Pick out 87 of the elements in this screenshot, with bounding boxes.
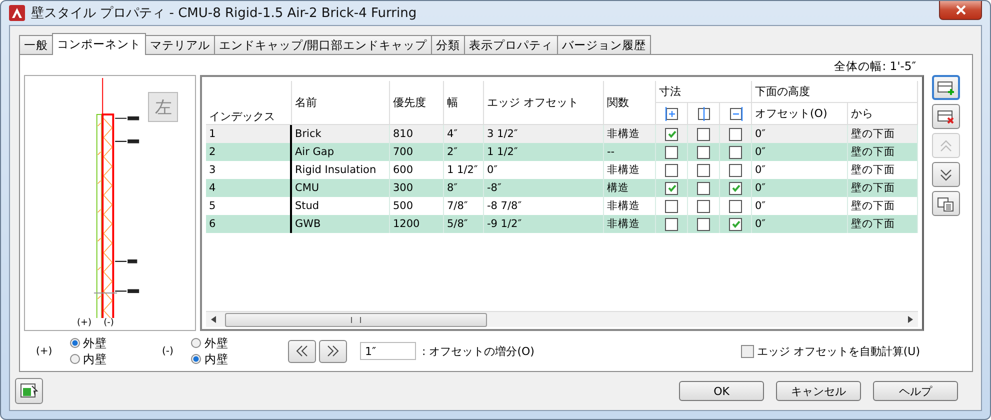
list-view-button[interactable]	[932, 191, 960, 216]
table-row[interactable]: 4 CMU 300 8″ -8″ 構造 0″ 壁の下面	[206, 179, 918, 197]
checkbox[interactable]	[697, 182, 710, 194]
column-header: 幅	[444, 81, 484, 125]
minus-side-label: (-)	[104, 318, 114, 328]
column-header: から	[848, 103, 918, 125]
checkbox[interactable]	[729, 182, 742, 194]
table-cell: 非構造	[604, 215, 656, 233]
table-cell: 6	[206, 215, 292, 233]
column-group-header: 寸法	[656, 81, 752, 103]
checkbox[interactable]	[665, 200, 678, 212]
delete-row-button[interactable]	[932, 104, 960, 129]
checkbox[interactable]	[697, 146, 710, 158]
checkbox[interactable]	[665, 128, 678, 140]
checkbox[interactable]	[665, 182, 678, 194]
radio-option[interactable]: 内壁	[70, 352, 108, 367]
checkbox[interactable]	[729, 200, 742, 212]
increment-field[interactable]: 1″	[360, 342, 416, 360]
add-row-icon	[937, 80, 955, 96]
side-label: (-)	[162, 346, 174, 357]
delete-row-icon	[937, 108, 955, 124]
double-chevron-down-icon	[938, 166, 954, 182]
tab[interactable]: コンポーネント	[52, 33, 146, 55]
add-dimension-icon	[664, 106, 678, 120]
dialog-button[interactable]: ヘルプ	[873, 381, 958, 401]
checkbox[interactable]	[665, 218, 678, 230]
column-header: 関数	[604, 81, 656, 125]
checkbox[interactable]	[697, 164, 710, 176]
tab[interactable]: 一般	[19, 35, 53, 54]
add-row-button[interactable]	[932, 75, 960, 100]
tab[interactable]: マテリアル	[145, 35, 215, 54]
checkbox[interactable]	[665, 146, 678, 158]
style-manager-button[interactable]	[15, 378, 43, 404]
column-header: オフセット(O)	[752, 103, 848, 125]
radio-option[interactable]: 外壁	[191, 336, 228, 351]
double-chevron-up-icon	[938, 138, 954, 154]
tab[interactable]: エンドキャップ/開口部エンドキャップ	[214, 35, 432, 54]
scroll-left-icon[interactable]	[211, 316, 216, 324]
tab[interactable]: 表示プロパティ	[464, 35, 558, 54]
radio-option[interactable]: 外壁	[70, 336, 108, 351]
table-cell: 1200	[390, 215, 444, 233]
radio-option[interactable]: 内壁	[191, 352, 228, 367]
window-title: 壁スタイル プロパティ - CMU-8 Rigid-1.5 Air-2 Brick-4 Furring	[31, 5, 417, 22]
tab[interactable]: バージョン履歴	[556, 35, 651, 54]
dialog-button[interactable]: OK	[679, 381, 764, 401]
side-label: (+)	[36, 346, 52, 357]
tab[interactable]: 分類	[430, 35, 465, 54]
checkbox[interactable]	[665, 164, 678, 176]
table-cell: 壁の下面	[848, 215, 918, 233]
scroll-right-icon[interactable]	[908, 316, 913, 324]
double-chevron-right-icon	[325, 344, 341, 358]
checkbox[interactable]	[729, 164, 742, 176]
close-icon	[956, 5, 966, 15]
table-cell: -9 1/2″	[484, 215, 604, 233]
dialog-button[interactable]: キャンセル	[776, 381, 861, 401]
table-row[interactable]: 6 GWB 1200 5/8″ -9 1/2″ 非構造 0″ 壁の下面	[206, 215, 918, 233]
close-button[interactable]	[939, 1, 982, 20]
table-cell: GWB	[290, 215, 390, 233]
list-view-icon	[937, 196, 955, 212]
next-button[interactable]	[319, 340, 347, 363]
increment-label: : オフセットの増分(O)	[422, 344, 534, 359]
column-header: インデックス	[206, 81, 292, 125]
column-header: 優先度	[390, 81, 444, 125]
checkbox[interactable]	[697, 200, 710, 212]
app-logo-icon	[9, 5, 25, 21]
table-row[interactable]: 1 Brick 810 4″ 3 1/2″ 非構造 0″ 壁の下面	[206, 125, 918, 143]
checkbox[interactable]	[697, 218, 710, 230]
window-cursor-icon	[20, 382, 38, 400]
column-header: エッジ オフセット	[484, 81, 604, 125]
checkbox[interactable]	[729, 218, 742, 230]
table-cell: 0″	[752, 215, 848, 233]
subtract-dimension-icon	[728, 106, 742, 120]
move-down-button[interactable]	[932, 162, 960, 187]
total-width-label: 全体の幅: 1'-5″	[834, 59, 916, 71]
plus-side-label: (+)	[77, 318, 92, 328]
double-chevron-left-icon	[294, 344, 310, 358]
table-row[interactable]: 2 Air Gap 700 2″ 1 1/2″ -- 0″ 壁の下面	[206, 143, 918, 161]
table-cell: 5/8″	[444, 215, 484, 233]
previous-button[interactable]	[288, 340, 316, 363]
column-group-header: 下面の高度	[752, 81, 918, 103]
center-dimension-icon	[696, 106, 710, 120]
horizontal-scrollbar[interactable]	[206, 311, 918, 328]
column-header: 名前	[292, 81, 390, 125]
checkbox[interactable]	[729, 128, 742, 140]
checkbox[interactable]	[729, 146, 742, 158]
checkbox[interactable]	[697, 128, 710, 140]
auto-offset-checkbox[interactable]: エッジ オフセットを自動計算(U)	[740, 344, 920, 359]
